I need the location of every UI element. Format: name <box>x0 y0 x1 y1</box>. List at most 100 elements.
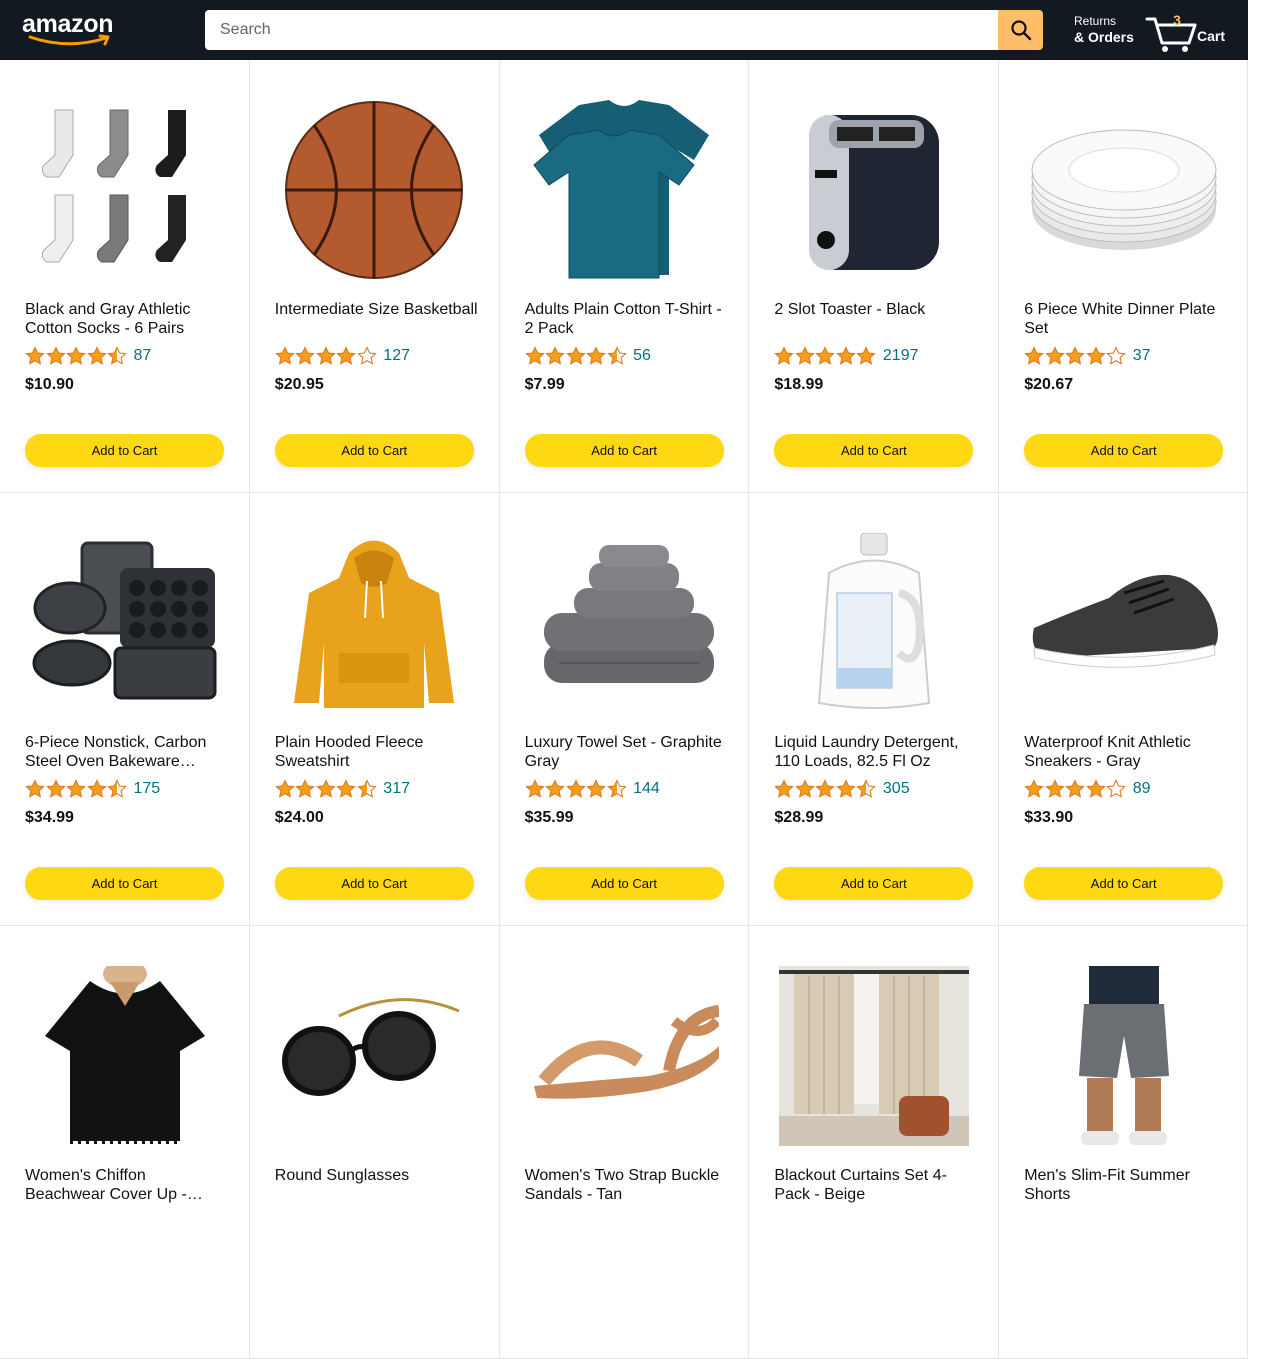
star-full-icon <box>25 346 45 365</box>
product-image[interactable] <box>525 100 724 280</box>
rating-count-link[interactable]: 89 <box>1133 780 1151 798</box>
star-full-icon <box>336 346 357 365</box>
returns-label: Returns <box>1074 14 1117 28</box>
product-image[interactable] <box>1024 966 1223 1146</box>
product-image[interactable] <box>525 966 724 1146</box>
product-row: Black and Gray Athletic Cotton Socks - 6… <box>0 60 1248 493</box>
product-name[interactable]: 2 Slot Toaster - Black <box>774 300 979 319</box>
add-to-cart-button[interactable]: Add to Cart <box>1024 867 1224 900</box>
product-card: Blackout Curtains Set 4-Pack - Beige <box>749 926 1000 1359</box>
add-to-cart-button[interactable]: Add to Cart <box>274 434 474 467</box>
product-card: Black and Gray Athletic Cotton Socks - 6… <box>0 60 250 493</box>
product-row: 6-Piece Nonstick, Carbon Steel Oven Bake… <box>0 493 1248 926</box>
amazon-logo[interactable]: amazon <box>22 10 126 50</box>
product-name[interactable]: Men's Slim-Fit Summer Shorts <box>1024 1166 1229 1204</box>
rating-count-link[interactable]: 305 <box>883 780 910 798</box>
product-image[interactable] <box>525 533 724 713</box>
product-name[interactable]: Adults Plain Cotton T-Shirt - 2 Pack <box>525 300 730 338</box>
rating-count-link[interactable]: 127 <box>383 347 410 365</box>
rating-count-link[interactable]: 87 <box>134 347 152 365</box>
product-image[interactable] <box>275 100 474 280</box>
product-card: Men's Slim-Fit Summer Shorts <box>999 926 1248 1359</box>
product-name[interactable]: 6 Piece White Dinner Plate Set <box>1024 300 1229 338</box>
product-name[interactable]: Women's Two Strap Buckle Sandals - Tan <box>525 1166 730 1204</box>
star-full-icon <box>274 346 295 365</box>
rating-stars <box>25 346 128 366</box>
rating-count-link[interactable]: 2197 <box>883 347 919 365</box>
plates-image <box>1031 129 1217 250</box>
product-name[interactable]: Luxury Towel Set - Graphite Gray <box>525 733 730 771</box>
product-price: $33.90 <box>1024 809 1074 826</box>
product-rating: 144 <box>524 778 660 800</box>
product-name[interactable]: Round Sunglasses <box>275 1166 480 1185</box>
product-card: Women's Chiffon Beachwear Cover Up - Bla… <box>0 926 250 1359</box>
product-rating: 317 <box>274 778 410 800</box>
rating-count-link[interactable]: 37 <box>1133 347 1151 365</box>
search-input[interactable] <box>205 10 998 50</box>
product-name[interactable]: 6-Piece Nonstick, Carbon Steel Oven Bake… <box>25 733 230 771</box>
product-image[interactable] <box>1024 100 1223 280</box>
product-image[interactable] <box>1024 533 1223 713</box>
product-image[interactable] <box>774 533 973 713</box>
search-button[interactable] <box>998 10 1043 50</box>
product-price: $34.99 <box>25 809 74 826</box>
star-full-icon <box>1065 779 1086 798</box>
sandals-image <box>534 1005 720 1099</box>
star-full-icon <box>545 346 565 365</box>
rating-count-link[interactable]: 175 <box>134 780 161 798</box>
star-full-icon <box>856 346 877 365</box>
star-full-icon <box>1024 346 1045 365</box>
product-price: $7.99 <box>524 376 565 393</box>
add-to-cart-button[interactable]: Add to Cart <box>524 867 724 900</box>
product-name[interactable]: Liquid Laundry Detergent, 110 Loads, 82.… <box>774 733 979 771</box>
star-half-icon <box>356 779 377 798</box>
product-image[interactable] <box>275 533 474 713</box>
sunglasses-image <box>282 998 460 1096</box>
product-name[interactable]: Women's Chiffon Beachwear Cover Up - Bla… <box>25 1166 230 1204</box>
smile-arrow-icon <box>28 34 110 46</box>
product-grid: Black and Gray Athletic Cotton Socks - 6… <box>0 60 1248 1359</box>
product-name[interactable]: Blackout Curtains Set 4-Pack - Beige <box>774 1166 979 1204</box>
product-image[interactable] <box>774 100 973 280</box>
product-image[interactable] <box>774 966 973 1146</box>
product-image[interactable] <box>25 966 224 1146</box>
add-to-cart-button[interactable]: Add to Cart <box>25 867 224 900</box>
product-image[interactable] <box>25 533 224 713</box>
star-full-icon <box>836 779 856 798</box>
curtains-image <box>778 966 969 1146</box>
star-full-icon <box>1044 779 1065 798</box>
product-card: 6-Piece Nonstick, Carbon Steel Oven Bake… <box>0 493 250 926</box>
product-name[interactable]: Waterproof Knit Athletic Sneakers - Gray <box>1024 733 1229 771</box>
product-price: $10.90 <box>25 376 74 393</box>
product-name[interactable]: Plain Hooded Fleece Sweatshirt <box>275 733 480 771</box>
product-card: Plain Hooded Fleece Sweatshirt 317 $24.00 A… <box>250 493 500 926</box>
add-to-cart-button[interactable]: Add to Cart <box>274 867 474 900</box>
product-image[interactable] <box>275 966 474 1146</box>
star-half-icon <box>107 779 127 798</box>
toaster-image <box>808 115 939 270</box>
cart-link[interactable]: 3 Cart <box>1145 8 1235 52</box>
star-full-icon <box>295 779 316 798</box>
rating-stars <box>274 779 378 799</box>
star-full-icon <box>86 779 107 798</box>
add-to-cart-button[interactable]: Add to Cart <box>774 434 974 467</box>
cart-count-badge: 3 <box>1173 12 1181 28</box>
add-to-cart-button[interactable]: Add to Cart <box>774 867 974 900</box>
add-to-cart-button[interactable]: Add to Cart <box>1024 434 1224 467</box>
product-card: Liquid Laundry Detergent, 110 Loads, 82.… <box>749 493 1000 926</box>
rating-count-link[interactable]: 144 <box>633 780 660 798</box>
product-name[interactable]: Black and Gray Athletic Cotton Socks - 6… <box>25 300 230 338</box>
star-empty-icon <box>1106 779 1127 798</box>
product-image[interactable] <box>25 100 224 280</box>
add-to-cart-button[interactable]: Add to Cart <box>25 434 224 467</box>
product-name[interactable]: Intermediate Size Basketball <box>275 300 480 319</box>
orders-label: & Orders <box>1074 29 1134 45</box>
returns-orders-link[interactable]: Returns & Orders <box>1074 13 1134 45</box>
add-to-cart-button[interactable]: Add to Cart <box>524 434 724 467</box>
rating-count-link[interactable]: 56 <box>633 347 651 365</box>
rating-stars <box>774 346 877 366</box>
star-full-icon <box>1044 346 1065 365</box>
tshirt-image <box>533 100 710 279</box>
star-full-icon <box>295 346 316 365</box>
rating-count-link[interactable]: 317 <box>383 780 410 798</box>
